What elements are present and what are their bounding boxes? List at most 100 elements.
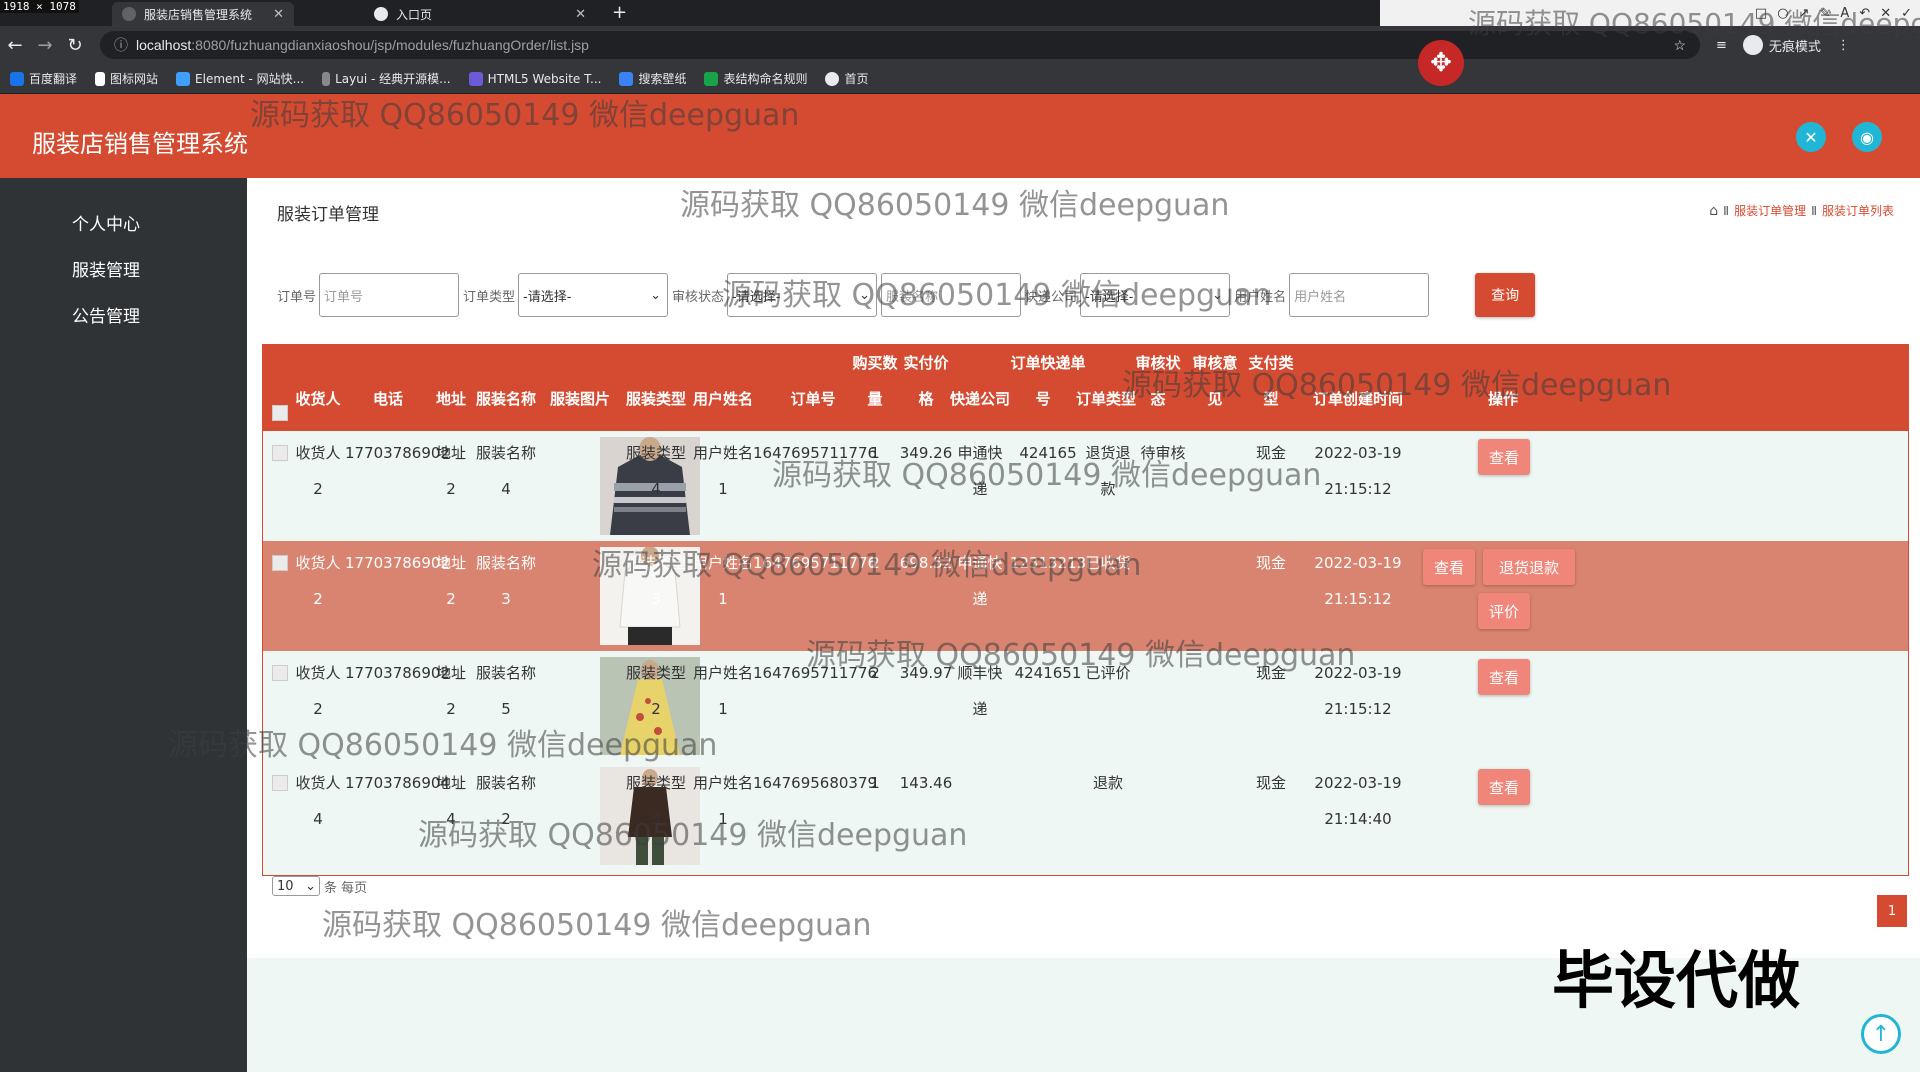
clothing-name-input[interactable]: 服装名称 xyxy=(881,273,1022,317)
cell-clothing-name-2: 2 xyxy=(501,810,511,828)
arrow-icon[interactable]: ↗ xyxy=(1799,6,1810,21)
bookmark-item[interactable]: Layui - 经典开源模... xyxy=(322,70,451,87)
html5-icon xyxy=(468,71,483,86)
forward-icon[interactable]: → xyxy=(30,35,60,56)
undo-icon[interactable]: ↶ xyxy=(1859,6,1870,21)
bookmark-item[interactable]: 表结构命名规则 xyxy=(704,70,807,87)
back-icon[interactable]: ← xyxy=(0,35,30,56)
page-size-select[interactable]: 10 ⌄ xyxy=(272,876,320,896)
circle-icon[interactable]: ○ xyxy=(1777,6,1788,21)
bookmark-label: Layui - 经典开源模... xyxy=(335,72,451,86)
info-icon[interactable]: ⓘ xyxy=(114,35,128,55)
bookmark-item[interactable]: 搜索壁纸 xyxy=(619,70,686,87)
query-button[interactable]: 查询 xyxy=(1475,273,1536,317)
flag-icon xyxy=(95,71,106,86)
cell-time: 21:14:40 xyxy=(1324,810,1392,828)
back-to-top-icon[interactable]: ↑ xyxy=(1861,1014,1901,1054)
cell-paytype: 现金 xyxy=(1255,554,1286,572)
col-clothing-photo: 服装图片 xyxy=(549,390,610,408)
rectangle-icon[interactable]: □ xyxy=(1755,6,1767,21)
sidebar-item-notice[interactable]: 公告管理 xyxy=(72,302,140,327)
cell-clothing-type-2: 2 xyxy=(651,700,661,718)
sidebar-item-personal[interactable]: 个人中心 xyxy=(72,210,140,235)
view-button[interactable]: 查看 xyxy=(1478,769,1530,805)
courier-select[interactable]: -请选择- ⌄ xyxy=(1080,273,1231,317)
bookmark-label: 首页 xyxy=(844,72,869,86)
user-icon[interactable]: ◉ xyxy=(1852,122,1882,152)
col-qty-2: 量 xyxy=(867,390,883,408)
view-button[interactable]: 查看 xyxy=(1423,549,1475,585)
browser-tab-bar: 1918 × 1078 服装店销售管理系统 ✕ 入口页 ✕ + □ ○ ↗ ✎ … xyxy=(0,0,1920,26)
cell-qty: 1 xyxy=(870,444,880,462)
close-icon[interactable]: ✕ xyxy=(1880,6,1891,21)
check-icon[interactable]: ✓ xyxy=(1901,6,1912,21)
refund-button[interactable]: 退货退款 xyxy=(1483,549,1575,585)
table-row: 收货人 2 17703786902 地址 2 服装名称 4 服装类型 4 用户姓… xyxy=(263,431,1908,541)
cell-time: 21:15:12 xyxy=(1324,700,1392,718)
cell-order-no: 1647695711776 xyxy=(753,554,878,572)
home-icon[interactable]: ⌂ xyxy=(1709,203,1718,219)
sheet-icon xyxy=(704,71,719,86)
translate-icon xyxy=(10,71,24,86)
text-icon[interactable]: A xyxy=(1840,6,1849,21)
move-icon[interactable]: ✥ xyxy=(1418,40,1464,86)
row-checkbox[interactable] xyxy=(272,445,288,461)
reload-icon[interactable]: ↻ xyxy=(60,35,90,56)
menu-icon[interactable]: ⋮ xyxy=(1837,38,1850,53)
breadcrumb-item[interactable]: 服装订单管理 xyxy=(1734,202,1806,219)
browser-tab-active[interactable]: 服装店销售管理系统 ✕ xyxy=(112,2,294,26)
globe-icon xyxy=(374,7,388,21)
view-button[interactable]: 查看 xyxy=(1478,659,1530,695)
review-button[interactable]: 评价 xyxy=(1478,593,1530,629)
cell-order-no: 1647695680379 xyxy=(753,774,878,792)
fullscreen-icon[interactable]: ✕ xyxy=(1796,122,1826,152)
bookmark-item[interactable]: 图标网站 xyxy=(95,70,158,87)
col-tracking-2: 号 xyxy=(1035,390,1051,408)
reading-list-icon[interactable]: ≡ xyxy=(1716,38,1727,53)
col-clothing-name: 服装名称 xyxy=(475,390,536,408)
cell-clothing-type-2: 3 xyxy=(651,590,661,608)
browser-tab[interactable]: 入口页 ✕ xyxy=(364,2,596,26)
page-size-value: 10 xyxy=(277,878,294,894)
courier-label: 快递公司 xyxy=(1025,289,1078,305)
audit-select[interactable]: -请选择- ⌄ xyxy=(727,273,878,317)
close-icon[interactable]: ✕ xyxy=(273,7,284,22)
table-row: 收货人 2 17703786902 地址 2 服装名称 5 服装类型 2 用户姓… xyxy=(263,651,1908,761)
breadcrumb-separator: Ⅱ xyxy=(1811,203,1817,218)
col-order-type: 订单类型 xyxy=(1075,390,1136,408)
incognito-badge[interactable]: 无痕模式 xyxy=(1742,35,1821,55)
user-name-label: 用户姓名 xyxy=(1234,289,1287,305)
order-no-input[interactable]: 订单号 xyxy=(319,273,460,317)
cell-phone: 17703786902 xyxy=(345,444,450,462)
new-tab-icon[interactable]: + xyxy=(612,2,627,23)
breadcrumb-item[interactable]: 服装订单列表 xyxy=(1822,202,1894,219)
star-icon[interactable]: ☆ xyxy=(1673,37,1686,54)
bookmark-item[interactable]: Element - 网站快... xyxy=(176,70,304,87)
sidebar-item-clothing[interactable]: 服装管理 xyxy=(72,256,140,281)
order-type-select[interactable]: -请选择- ⌄ xyxy=(518,273,669,317)
bookmark-item[interactable]: 百度翻译 xyxy=(10,70,77,87)
row-checkbox[interactable] xyxy=(272,665,288,681)
bookmark-item[interactable]: HTML5 Website T... xyxy=(468,71,601,86)
bookmarks-bar: 百度翻译 图标网站 Element - 网站快... Layui - 经典开源模… xyxy=(0,64,1920,94)
cell-phone: 17703786902 xyxy=(345,664,450,682)
row-checkbox[interactable] xyxy=(272,775,288,791)
cell-tracking: 424165 xyxy=(1019,444,1077,462)
view-button[interactable]: 查看 xyxy=(1478,439,1530,475)
row-checkbox[interactable] xyxy=(272,555,288,571)
user-name-input[interactable]: 用户姓名 xyxy=(1289,273,1430,317)
cell-qty: 2 xyxy=(870,554,880,572)
audit-label: 审核状态 xyxy=(672,289,725,305)
bookmark-item[interactable]: 首页 xyxy=(825,70,869,87)
select-all-checkbox[interactable] xyxy=(272,405,288,421)
cell-courier-2: 递 xyxy=(972,480,988,498)
pen-icon[interactable]: ✎ xyxy=(1819,6,1830,21)
cell-user-name-2: 1 xyxy=(718,700,728,718)
globe-icon xyxy=(825,71,840,86)
cell-address-2: 4 xyxy=(446,810,456,828)
page-number-button[interactable]: 1 xyxy=(1877,895,1907,927)
cell-price: 143.46 xyxy=(899,774,953,792)
cell-phone: 17703786902 xyxy=(345,554,450,572)
close-icon[interactable]: ✕ xyxy=(575,7,586,22)
col-paytype-2: 型 xyxy=(1263,390,1279,408)
